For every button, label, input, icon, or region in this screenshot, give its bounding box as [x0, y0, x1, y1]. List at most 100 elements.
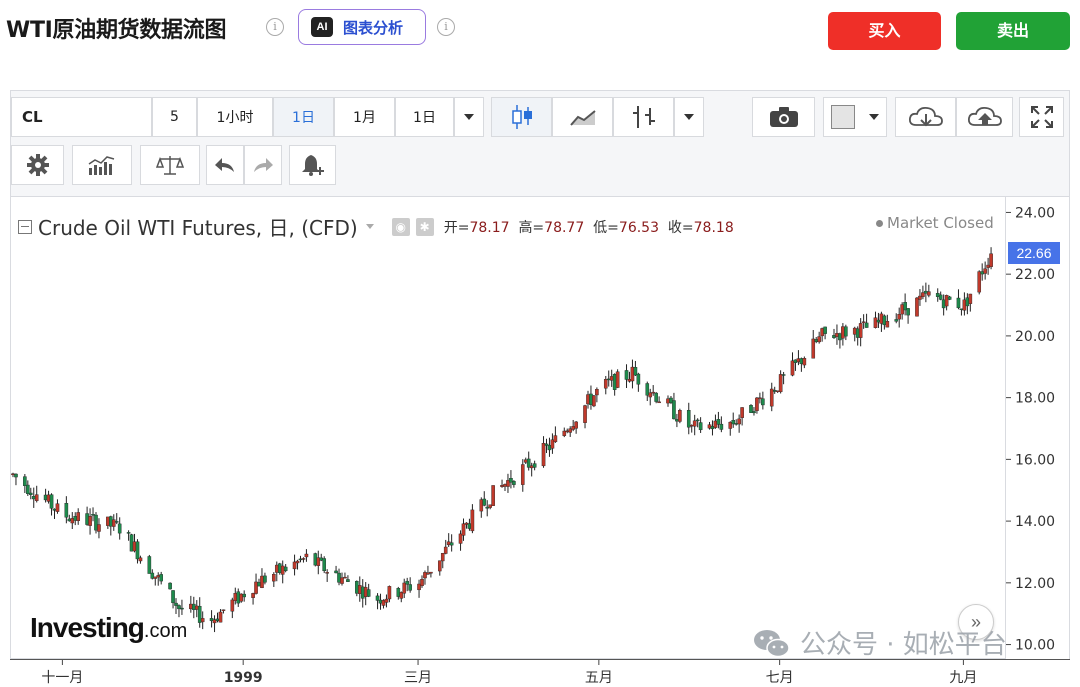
candle-body	[67, 518, 72, 522]
sell-button[interactable]: 卖出	[956, 12, 1070, 50]
candle-body	[689, 425, 694, 427]
redo-button[interactable]	[244, 145, 282, 185]
x-tick-label: 五月	[585, 670, 613, 686]
alert-button[interactable]	[289, 145, 336, 185]
high-label: 高=	[518, 219, 545, 236]
candle-body	[731, 419, 736, 425]
candle-body	[526, 458, 531, 468]
candle-body	[366, 589, 371, 597]
y-tick-label: 14.00	[1015, 514, 1055, 530]
gear-icon[interactable]: ✱	[415, 217, 434, 236]
ai-info-icon[interactable]: i	[437, 18, 455, 36]
candle-body	[73, 516, 78, 521]
fullscreen-button[interactable]	[1019, 97, 1064, 137]
candle-body	[921, 292, 925, 297]
buy-button[interactable]: 买入	[828, 12, 941, 50]
y-axis-labels: 24.00 22.00 20.00 18.00 16.00 14.00 12.00 10.00	[1006, 205, 1055, 654]
time-axis[interactable]: 十一月 1999 三月 五月 七月 九月	[10, 659, 1070, 687]
candle-body	[885, 321, 890, 328]
wechat-watermark: 公众号 · 如松平台	[752, 624, 1007, 661]
candle-body	[772, 390, 777, 392]
interval-custom[interactable]: 1日	[395, 97, 454, 137]
color-picker-button[interactable]	[823, 97, 887, 137]
indicators-button[interactable]	[72, 145, 132, 185]
candle-body	[595, 389, 599, 396]
interval-5[interactable]: 5	[152, 97, 197, 137]
candle-body	[669, 397, 673, 403]
candle-body	[606, 378, 611, 381]
candle-body	[749, 405, 753, 413]
chart-pane[interactable]	[10, 196, 1006, 659]
bar-chart-button[interactable]	[613, 97, 674, 137]
candle-body	[14, 473, 18, 478]
candle-body	[106, 516, 110, 526]
high-value: 78.77	[544, 219, 585, 236]
y-tick-label: 18.00	[1015, 391, 1055, 407]
candle-body	[449, 542, 454, 546]
candle-body	[467, 523, 472, 529]
interval-dropdown[interactable]	[454, 97, 484, 137]
interval-1m[interactable]: 1月	[334, 97, 395, 137]
candle-body	[710, 426, 715, 430]
fullscreen-icon	[1030, 106, 1053, 128]
interval-1d[interactable]: 1日	[273, 97, 334, 137]
compare-button[interactable]	[140, 145, 200, 185]
candle-body	[280, 565, 285, 575]
candle-body	[129, 534, 134, 552]
candle-body	[46, 494, 51, 502]
candlestick-button[interactable]	[491, 97, 552, 137]
candle-body	[740, 407, 744, 418]
candle-body	[651, 391, 655, 394]
candle-body	[94, 514, 98, 531]
candle-body	[114, 521, 119, 523]
area-chart-button[interactable]	[552, 97, 613, 137]
eye-icon[interactable]: ◉	[391, 217, 410, 236]
candle-body	[126, 532, 131, 534]
chevron-down-icon[interactable]	[365, 224, 374, 229]
candle-body	[565, 430, 570, 433]
undo-button[interactable]	[206, 145, 244, 185]
line-chart-icon	[569, 110, 596, 126]
chevron-down-icon	[869, 114, 879, 120]
candle-body	[316, 557, 321, 566]
settings-button[interactable]	[11, 145, 64, 185]
candle-body	[512, 481, 516, 485]
candle-body	[568, 428, 573, 433]
candle-body	[630, 366, 635, 382]
candle-body	[520, 464, 525, 485]
price-axis[interactable]: 24.00 22.00 20.00 18.00 16.00 14.00 12.00 10.00	[1006, 196, 1070, 659]
candle-body	[855, 328, 860, 338]
symbol-input[interactable]: CL	[11, 97, 152, 137]
interval-1h[interactable]: 1小时	[197, 97, 273, 137]
candle-body	[894, 319, 899, 322]
candle-body	[811, 338, 816, 359]
candle-body	[879, 313, 884, 324]
candle-body	[97, 524, 101, 532]
candle-body	[132, 541, 137, 552]
candle-body	[363, 587, 368, 597]
candle-body	[76, 512, 81, 521]
ai-chart-analysis-button[interactable]: AI 图表分析	[298, 9, 426, 45]
candle-body	[915, 297, 919, 317]
save-chart-button[interactable]	[956, 97, 1013, 137]
candle-body	[583, 405, 587, 423]
candle-body	[707, 424, 712, 429]
load-chart-button[interactable]	[895, 97, 956, 137]
collapse-legend-icon[interactable]	[18, 219, 32, 234]
candle-body	[109, 516, 113, 527]
candle-body	[168, 582, 172, 590]
candle-body	[503, 484, 507, 487]
chevron-down-icon	[684, 114, 694, 120]
page-root: WTI原油期货数据流图 i AI 图表分析 i 买入 卖出 CL 5 1小时 1…	[0, 0, 1080, 687]
candle-body	[852, 327, 857, 335]
candle-body	[191, 603, 196, 610]
snapshot-button[interactable]	[752, 97, 815, 137]
candle-body	[832, 335, 836, 339]
candle-body	[737, 418, 741, 425]
candle-body	[242, 593, 246, 598]
info-icon[interactable]: i	[266, 18, 284, 36]
candle-body	[70, 518, 75, 524]
candle-body	[678, 410, 682, 422]
chart-type-dropdown[interactable]	[674, 97, 704, 137]
x-axis-labels: 十一月 1999 三月 五月 七月 九月	[41, 660, 977, 686]
